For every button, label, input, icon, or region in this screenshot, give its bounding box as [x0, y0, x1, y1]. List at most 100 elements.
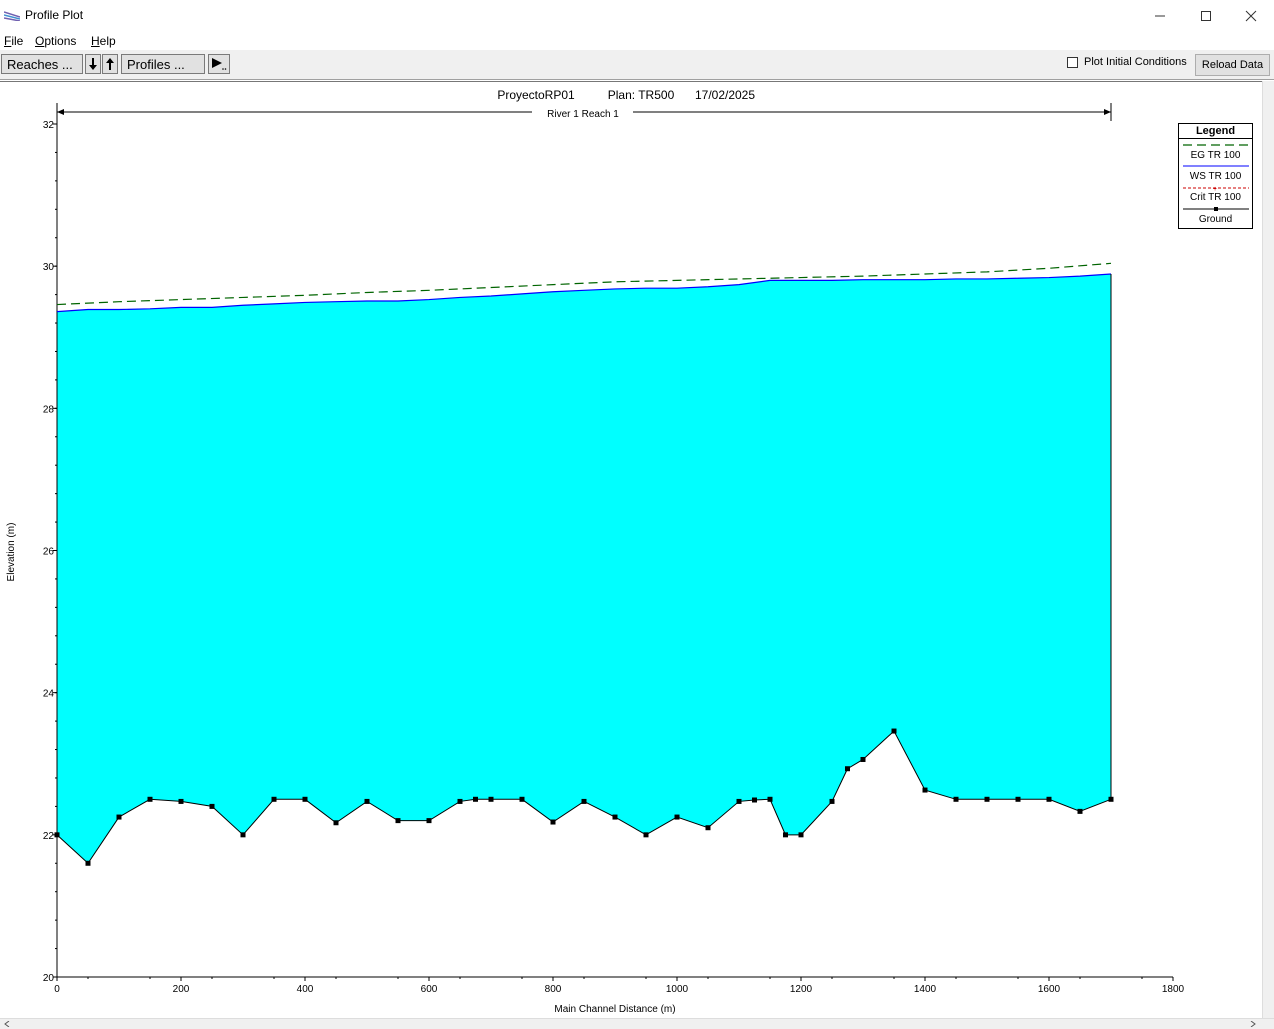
ground-point: [752, 797, 757, 803]
arrow-up-icon: [106, 58, 114, 70]
ground-point: [845, 766, 850, 772]
ground-point: [426, 818, 432, 824]
scroll-left-icon: [4, 1021, 10, 1027]
legend-swatch-ws: [1183, 165, 1249, 167]
ground-point: [705, 825, 711, 831]
y-tick-label: 24: [43, 689, 55, 700]
scroll-right-icon: [1250, 1021, 1256, 1027]
ground-point: [984, 796, 990, 802]
ground-point: [922, 787, 928, 793]
ground-point: [1046, 796, 1052, 802]
ground-point: [860, 756, 866, 762]
plot-area: 0 200 400 600 800 1000 1200 1400 1600 1800 20 22 24 2…: [0, 81, 1262, 1019]
plot-title-date: 17/02/2025: [695, 88, 755, 102]
ground-point: [473, 796, 478, 802]
legend-swatch-ground: [1183, 207, 1249, 211]
minimize-button[interactable]: [1137, 0, 1183, 31]
legend-item-eg: EG TR 100: [1190, 150, 1241, 161]
legend-item-ground: Ground: [1198, 214, 1233, 225]
ground-point: [1077, 808, 1083, 814]
y-tick-label: 26: [43, 547, 55, 558]
menu-options[interactable]: Options: [35, 34, 76, 48]
ground-point: [395, 818, 401, 824]
ground-point: [1015, 796, 1021, 802]
move-down-button[interactable]: [85, 54, 101, 74]
toolbar: Reaches ... Profiles ... Plot Initial Co…: [0, 50, 1274, 80]
ground-point: [147, 796, 153, 802]
plot-title-plan: Plan: TR500: [608, 88, 675, 102]
ground-point: [736, 798, 742, 804]
x-tick-label: 1400: [914, 984, 937, 995]
legend-item-ws: WS TR 100: [1189, 171, 1242, 182]
arrow-down-icon: [89, 58, 97, 70]
title-bar: Profile Plot: [0, 0, 1274, 31]
ground-point: [209, 803, 215, 809]
ground-point: [643, 832, 649, 838]
menu-bar: File Options Help: [0, 31, 1274, 50]
ground-point: [550, 819, 556, 825]
x-tick-label: 200: [173, 984, 190, 995]
ground-point: [240, 832, 246, 838]
play-icon: [212, 58, 227, 70]
y-tick-label: 22: [43, 831, 55, 842]
window-title: Profile Plot: [25, 8, 84, 22]
y-tick-label: 30: [43, 262, 55, 273]
ground-point: [612, 814, 618, 820]
move-up-button[interactable]: [102, 54, 118, 74]
y-tick-label: 32: [43, 120, 55, 131]
ground-point: [85, 860, 91, 866]
ground-point: [891, 728, 897, 734]
ground-point: [519, 796, 525, 802]
menu-help[interactable]: Help: [91, 34, 116, 48]
x-tick-label: 1000: [666, 984, 689, 995]
vertical-scrollbar[interactable]: [1262, 81, 1274, 1018]
profile-plot-app-icon: [4, 11, 20, 21]
ground-point: [783, 832, 788, 838]
maximize-icon: [1201, 10, 1211, 21]
y-tick-label: 20: [43, 973, 55, 984]
minimize-icon: [1155, 15, 1165, 16]
x-tick-label: 600: [421, 984, 438, 995]
ground-point: [178, 798, 184, 804]
horizontal-scrollbar[interactable]: [0, 1018, 1274, 1029]
reach-arrow-right: [1104, 109, 1111, 115]
reach-arrow-left: [57, 109, 64, 115]
y-axis-label: Elevation (m): [6, 523, 17, 582]
ground-point: [54, 832, 60, 838]
ground-point: [674, 814, 680, 820]
ground-point: [798, 832, 804, 838]
x-tick-label: 800: [545, 984, 562, 995]
legend-swatch-crit: +: [1183, 186, 1249, 191]
svg-text:+: +: [1213, 186, 1217, 191]
plot-title-project: ProyectoRP01: [497, 88, 575, 102]
ground-point: [457, 798, 463, 804]
x-tick-label: 0: [54, 984, 60, 995]
animate-button[interactable]: [208, 54, 230, 74]
reaches-button[interactable]: Reaches ...: [1, 54, 83, 74]
ground-point: [581, 798, 587, 804]
plot-initial-conditions-checkbox[interactable]: [1067, 57, 1078, 68]
profile-chart: 0 200 400 600 800 1000 1200 1400 1600 1800 20 22 24 2…: [6, 88, 1185, 1015]
profiles-button[interactable]: Profiles ...: [121, 54, 205, 74]
ground-point: [116, 814, 122, 820]
close-icon: [1245, 10, 1257, 21]
legend-item-crit: Crit TR 100: [1190, 192, 1241, 203]
ground-point: [488, 796, 494, 802]
x-tick-label: 1200: [790, 984, 813, 995]
ground-point: [271, 796, 277, 802]
plot-initial-conditions-label: Plot Initial Conditions: [1084, 56, 1187, 68]
close-button[interactable]: [1228, 0, 1274, 31]
x-tick-label: 400: [297, 984, 314, 995]
ground-point: [767, 796, 773, 802]
legend: Legend EG TR 100 WS TR 100 + Crit TR 100…: [1178, 123, 1253, 229]
reload-data-button[interactable]: Reload Data: [1195, 54, 1270, 76]
y-tick-label: 28: [43, 404, 55, 415]
maximize-button[interactable]: [1183, 0, 1229, 31]
x-axis-label: Main Channel Distance (m): [554, 1004, 675, 1015]
menu-file[interactable]: File: [4, 34, 23, 48]
x-tick-label: 1800: [1162, 984, 1185, 995]
legend-swatch-eg: [1183, 144, 1249, 146]
ground-point: [953, 796, 959, 802]
ground-point: [829, 798, 835, 804]
ground-point: [364, 798, 370, 804]
